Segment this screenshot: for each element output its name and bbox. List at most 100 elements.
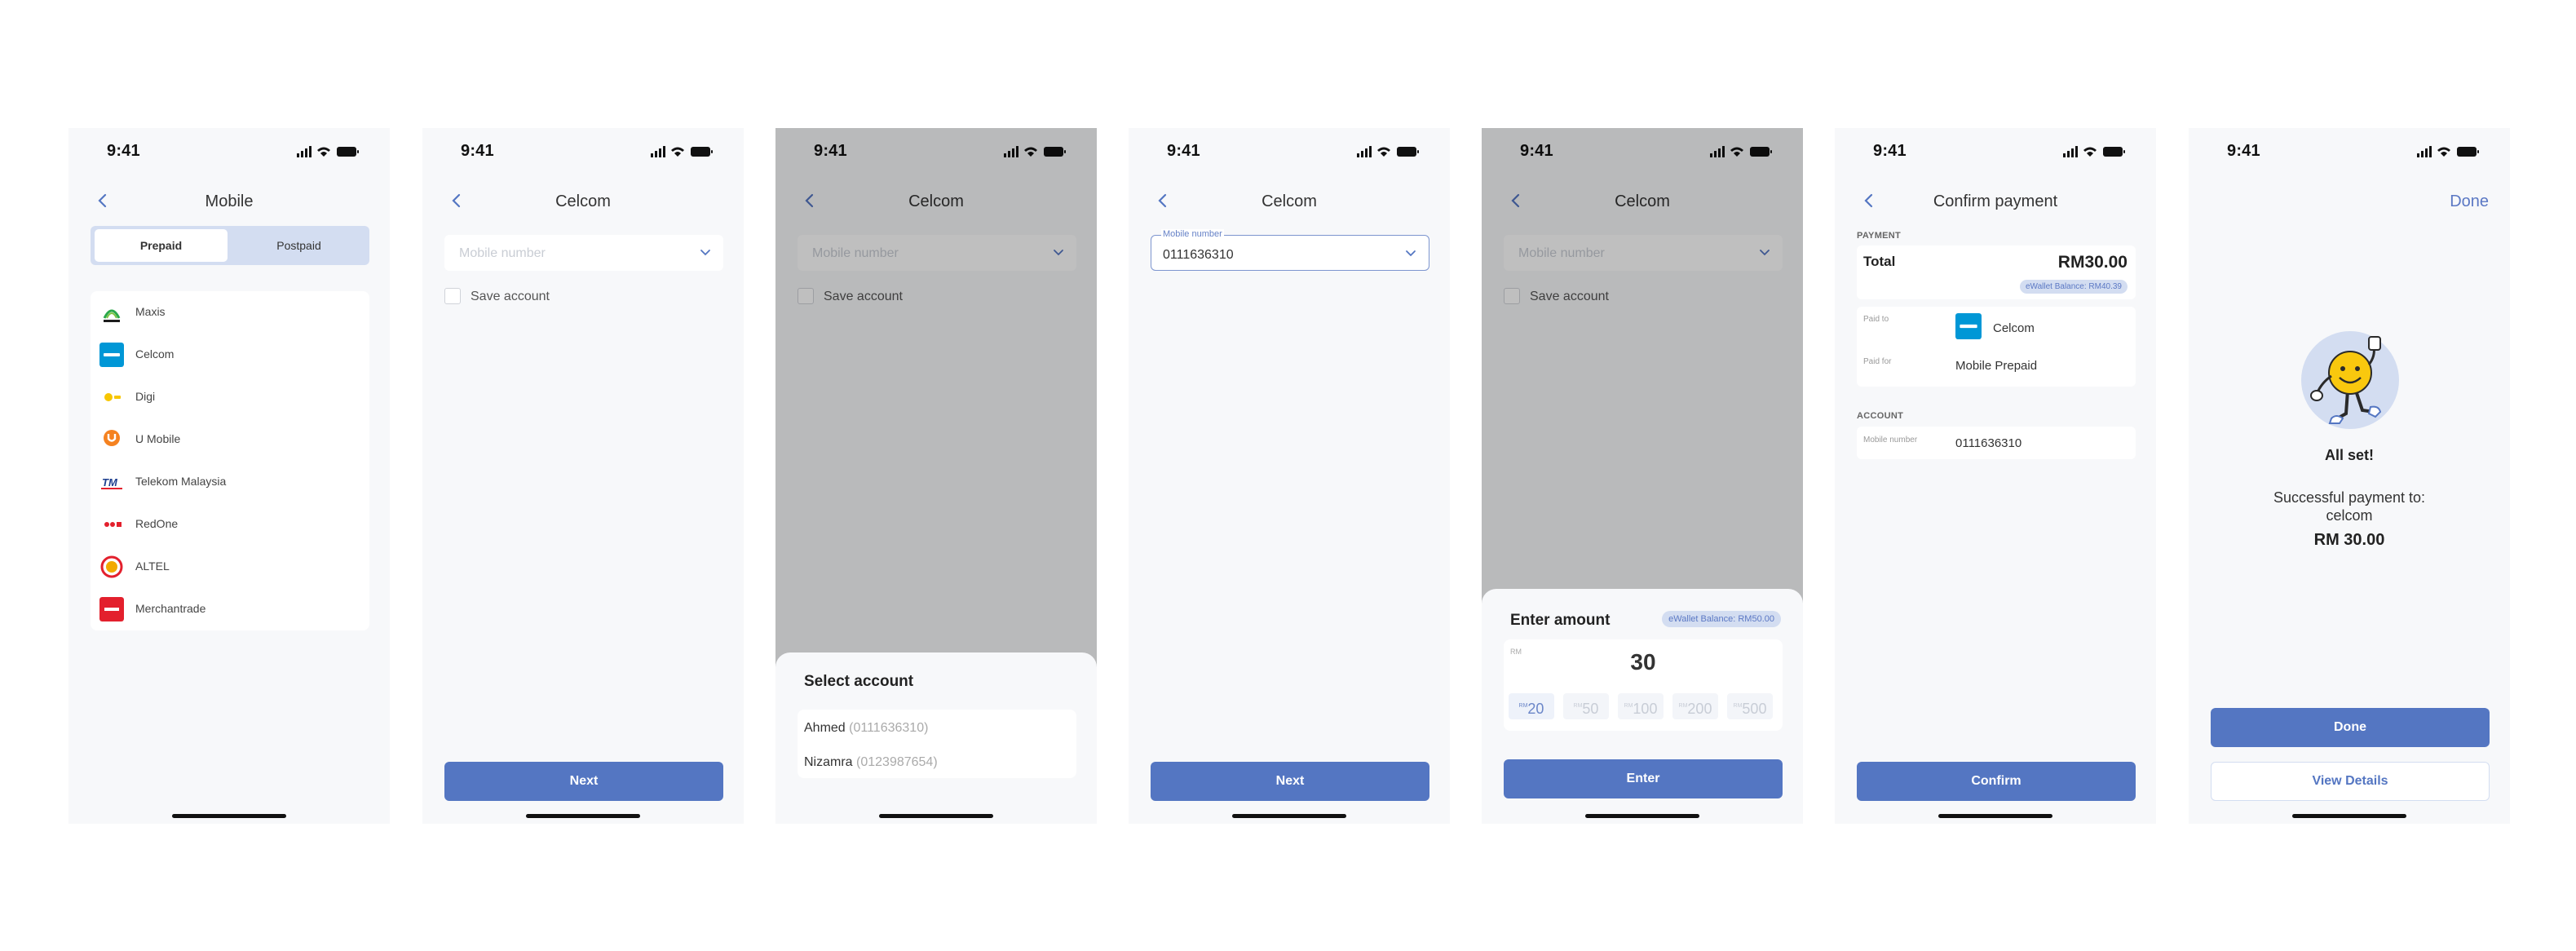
mobile-number-select[interactable]: Mobile number 0111636310 <box>1151 229 1429 271</box>
next-button[interactable]: Next <box>444 762 723 801</box>
provider-item-celcom[interactable]: Celcom <box>91 334 369 376</box>
account-section-label: ACCOUNT <box>1857 411 1904 421</box>
provider-item-merchantrade[interactable]: Merchantrade <box>91 588 369 630</box>
status-icons <box>2417 146 2479 157</box>
provider-item-altel[interactable]: ALTEL <box>91 546 369 588</box>
plan-type-segment: Prepaid Postpaid <box>91 226 369 265</box>
provider-list: Maxis Celcom Digi U Mobile TM Telekom Ma… <box>91 291 369 630</box>
tab-prepaid[interactable]: Prepaid <box>95 229 228 262</box>
page-title: Celcom <box>1261 192 1317 210</box>
screen-celcom-filled: 9:41 Celcom Mobile number 0111636310 Nex… <box>1129 128 1450 824</box>
page-title: Celcom <box>555 192 611 210</box>
amount-chip-500[interactable]: RM500 <box>1727 693 1773 719</box>
status-bar: 9:41 <box>68 128 390 177</box>
provider-item-redone[interactable]: RedOne <box>91 503 369 546</box>
status-time: 9:41 <box>1873 142 1907 160</box>
mobile-number-label: Mobile number <box>1161 229 1224 239</box>
account-list: Ahmed (0111636310) Nizamra (0123987654) <box>798 710 1076 778</box>
provider-label: RedOne <box>135 517 179 530</box>
amount-chip-20[interactable]: RM20 <box>1509 693 1554 719</box>
smiley-mascot-icon <box>2310 336 2382 424</box>
status-icons <box>1357 146 1419 157</box>
status-time: 9:41 <box>461 142 494 160</box>
status-time: 9:41 <box>1167 142 1200 160</box>
amount-value: 30 <box>1630 649 1656 675</box>
home-indicator <box>172 814 286 818</box>
amount-chip-100[interactable]: RM100 <box>1618 693 1664 719</box>
provider-item-u-mobile[interactable]: U Mobile <box>91 418 369 461</box>
paid-for-value: Mobile Prepaid <box>1955 359 2038 373</box>
account-item-nizamra[interactable]: Nizamra (0123987654) <box>798 745 1076 778</box>
nav-bar: Done <box>2189 177 2510 224</box>
tab-postpaid[interactable]: Postpaid <box>232 229 365 262</box>
home-indicator <box>1938 814 2052 818</box>
chevron-down-icon <box>1406 250 1416 257</box>
status-icons <box>297 146 359 157</box>
screen-select-account: 9:41 Celcom Mobile number Save account S… <box>775 128 1097 824</box>
sheet-title: Select account <box>804 673 914 690</box>
paid-to-label: Paid to <box>1863 315 1889 324</box>
screen-success: 9:41 Done All set! Successful payment to… <box>2189 128 2510 824</box>
account-item-ahmed[interactable]: Ahmed (0111636310) <box>798 711 1076 744</box>
status-bar: 9:41 <box>1129 128 1450 177</box>
account-number: (0111636310) <box>849 721 929 735</box>
screen-mobile: 9:41 Mobile Prepaid Postpaid Maxis Celco… <box>68 128 390 824</box>
u-mobile-logo-icon <box>99 427 124 452</box>
payment-section-label: PAYMENT <box>1857 231 1902 241</box>
enter-button[interactable]: Enter <box>1504 759 1783 798</box>
home-indicator <box>1232 814 1346 818</box>
done-button[interactable]: Done <box>2211 708 2490 747</box>
account-number: (0123987654) <box>856 755 938 769</box>
provider-label: Maxis <box>135 305 166 318</box>
account-name: Ahmed <box>804 721 846 735</box>
wallet-balance-badge: eWallet Balance: RM50.00 <box>1662 611 1781 627</box>
status-time: 9:41 <box>107 142 140 160</box>
nav-bar: Mobile <box>68 177 390 224</box>
status-icons <box>651 146 713 157</box>
enter-amount-sheet: Enter amount eWallet Balance: RM50.00 RM… <box>1482 589 1803 824</box>
view-details-button[interactable]: View Details <box>2211 762 2490 801</box>
next-button[interactable]: Next <box>1151 762 1429 801</box>
status-bar: 9:41 <box>422 128 744 177</box>
success-message: Successful payment to: <box>2273 489 2426 506</box>
provider-item-maxis[interactable]: Maxis <box>91 291 369 334</box>
amount-chip-50[interactable]: RM50 <box>1563 693 1609 719</box>
save-account-checkbox-row[interactable]: Save account <box>444 287 689 305</box>
amount-input[interactable]: RM 30 RM20 RM50 RM100 RM200 RM500 <box>1504 639 1783 731</box>
confirm-button[interactable]: Confirm <box>1857 762 2136 801</box>
success-title: All set! <box>2324 447 2374 463</box>
total-value: RM30.00 <box>2057 253 2128 272</box>
provider-label: Merchantrade <box>135 602 206 615</box>
nav-bar: Celcom <box>422 177 744 224</box>
celcom-logo-icon <box>99 343 124 367</box>
provider-label: Digi <box>135 390 156 403</box>
provider-item-telekom-malaysia[interactable]: TM Telekom Malaysia <box>91 461 369 503</box>
svg-text:TM: TM <box>102 476 118 489</box>
merchantrade-logo-icon <box>99 597 124 621</box>
save-account-checkbox[interactable] <box>444 288 461 304</box>
amount-chip-200[interactable]: RM200 <box>1672 693 1718 719</box>
provider-label: Celcom <box>135 347 175 360</box>
screen-enter-amount: 9:41 Celcom Mobile number Save account E… <box>1482 128 1803 824</box>
celcom-logo-icon <box>1955 313 1982 339</box>
mobile-number-placeholder: Mobile number <box>459 246 546 260</box>
paid-for-label: Paid for <box>1863 357 1892 366</box>
mobile-number-value: 0111636310 <box>1163 248 1234 262</box>
nav-bar: Confirm payment <box>1835 177 2156 224</box>
home-indicator <box>1585 814 1699 818</box>
home-indicator <box>2292 814 2406 818</box>
total-label: Total <box>1863 254 1896 269</box>
payment-details-card: Paid to Celcom Paid for Mobile Prepaid <box>1857 307 2136 387</box>
provider-label: Telekom Malaysia <box>135 475 227 488</box>
status-bar: 9:41 <box>2189 128 2510 177</box>
mobile-number-select[interactable]: Mobile number <box>444 235 723 271</box>
account-name: Nizamra <box>804 755 853 769</box>
done-link[interactable]: Done <box>2450 192 2489 211</box>
page-title: Confirm payment <box>1933 192 2058 210</box>
mobile-number-label: Mobile number <box>1863 436 1918 445</box>
tm-logo-icon: TM <box>99 470 124 494</box>
home-indicator <box>526 814 640 818</box>
provider-label: ALTEL <box>135 560 170 573</box>
status-icons <box>2063 146 2125 157</box>
provider-item-digi[interactable]: Digi <box>91 376 369 418</box>
